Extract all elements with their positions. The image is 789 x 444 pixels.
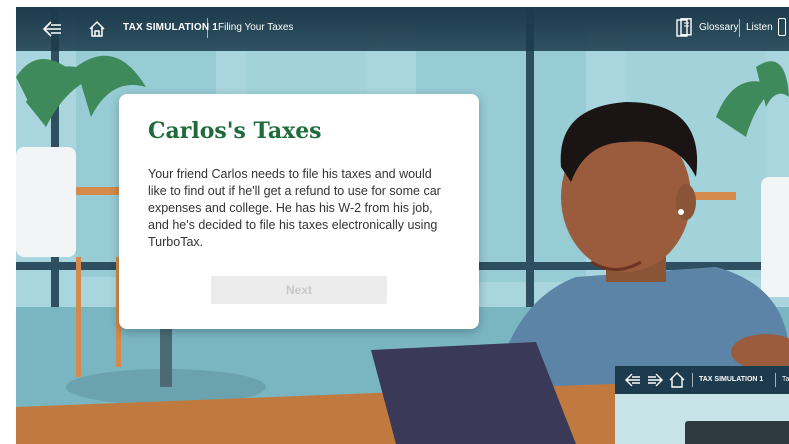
earring bbox=[678, 209, 684, 215]
glossary-book-icon[interactable] bbox=[676, 18, 692, 38]
breadcrumb-page: Filing Your Taxes bbox=[218, 22, 294, 33]
mini-breadcrumb-page: Ta bbox=[782, 376, 789, 383]
home-icon bbox=[89, 21, 105, 37]
top-navigation-bar: TAX SIMULATION 1 Filing Your Taxes Gloss… bbox=[16, 7, 789, 51]
home-button[interactable] bbox=[83, 15, 111, 43]
window-frame-2 bbox=[526, 7, 534, 307]
mini-home-icon[interactable] bbox=[668, 371, 686, 389]
chair-right bbox=[761, 177, 789, 297]
mini-topbar: TAX SIMULATION 1 Ta bbox=[615, 366, 789, 394]
back-arrow-icon bbox=[43, 21, 61, 37]
mini-forward-arrow-icon[interactable] bbox=[646, 371, 664, 389]
mini-laptop-screen bbox=[685, 421, 789, 444]
listen-link[interactable]: Listen bbox=[746, 22, 773, 33]
screen-left-gutter bbox=[0, 0, 16, 444]
dialog-body-text: Your friend Carlos needs to file his tax… bbox=[148, 167, 441, 249]
dialog-title: Carlos's Taxes bbox=[148, 118, 322, 144]
next-button[interactable]: Next bbox=[211, 276, 387, 304]
breadcrumb-divider bbox=[207, 18, 208, 38]
mini-back-arrow-icon[interactable] bbox=[624, 371, 642, 389]
intro-dialog-card: Carlos's Taxes Your friend Carlos needs … bbox=[119, 94, 479, 329]
simulation-stage: TAX SIMULATION 1 Filing Your Taxes Gloss… bbox=[16, 7, 789, 444]
listen-icon[interactable] bbox=[778, 18, 786, 36]
table-leg bbox=[160, 327, 172, 387]
chair-left bbox=[16, 147, 76, 257]
ear bbox=[676, 184, 696, 220]
breadcrumb-section: TAX SIMULATION 1 bbox=[123, 22, 219, 33]
glossary-link[interactable]: Glossary bbox=[699, 22, 738, 33]
topbar-divider bbox=[739, 19, 740, 37]
mini-breadcrumb-section: TAX SIMULATION 1 bbox=[699, 376, 764, 383]
screen-top-strip bbox=[0, 0, 789, 7]
mini-preview-panel: TAX SIMULATION 1 Ta bbox=[615, 366, 789, 444]
mini-divider bbox=[692, 373, 693, 387]
back-button[interactable] bbox=[38, 15, 66, 43]
mini-divider-2 bbox=[775, 373, 776, 387]
chair-leg-1 bbox=[76, 257, 81, 377]
